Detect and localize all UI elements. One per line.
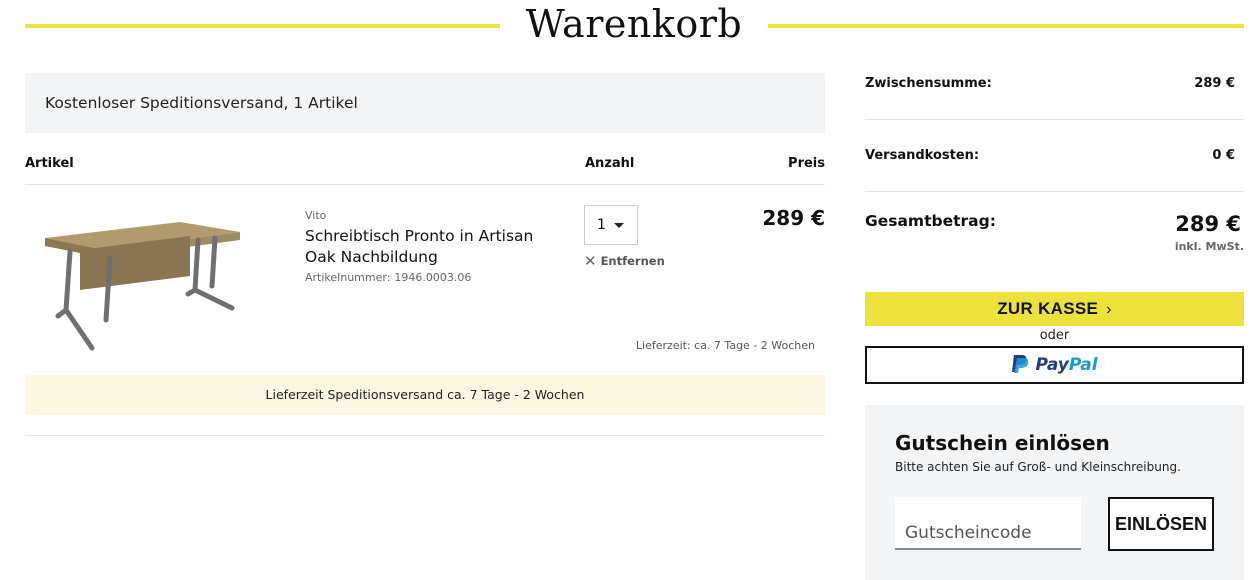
- tax-note: inkl. MwSt.: [1174, 240, 1244, 253]
- subtotal-label: Zwischensumme:: [865, 76, 992, 91]
- close-icon: ✕: [584, 252, 597, 270]
- shipping-banner: Kostenloser Speditionsversand, 1 Artikel: [25, 73, 825, 133]
- product-brand: Vito: [305, 209, 327, 222]
- product-image[interactable]: [40, 210, 250, 360]
- coupon-title: Gutschein einlösen: [895, 431, 1110, 455]
- divider: [865, 119, 1244, 120]
- divider: [25, 184, 825, 185]
- coupon-panel: Gutschein einlösen Bitte achten Sie auf …: [865, 405, 1244, 580]
- header-line-left: [25, 24, 500, 28]
- page-title: Warenkorb: [525, 2, 743, 46]
- product-name[interactable]: Schreibtisch Pronto in Artisan Oak Nachb…: [305, 226, 545, 268]
- item-price: 289 €: [762, 206, 825, 230]
- paypal-logo: PayPal: [1011, 354, 1098, 375]
- checkout-label: ZUR KASSE: [997, 299, 1099, 318]
- divider: [25, 435, 825, 436]
- shipping-cost-value: 0 €: [1212, 148, 1235, 163]
- column-header-quantity: Anzahl: [585, 156, 635, 171]
- paypal-button[interactable]: PayPal: [865, 346, 1244, 384]
- checkout-button[interactable]: ZUR KASSE ›: [865, 292, 1244, 326]
- product-sku: Artikelnummer: 1946.0003.06: [305, 271, 471, 284]
- header-line-right: [768, 24, 1244, 28]
- chevron-right-icon: ›: [1106, 301, 1112, 318]
- total-value: 289 €: [1175, 212, 1241, 236]
- remove-item-button[interactable]: ✕ Entfernen: [584, 252, 665, 270]
- shipping-cost-label: Versandkosten:: [865, 148, 980, 163]
- paypal-text-pay: Pay: [1035, 355, 1069, 375]
- subtotal-row: Zwischensumme: 289 €: [865, 76, 1245, 91]
- column-header-price: Preis: [788, 156, 825, 171]
- column-header-article: Artikel: [25, 156, 74, 171]
- sku-label: Artikelnummer:: [305, 271, 391, 284]
- item-delivery-time: Lieferzeit: ca. 7 Tage - 2 Wochen: [635, 339, 815, 352]
- coupon-code-input[interactable]: [895, 497, 1081, 550]
- subtotal-value: 289 €: [1194, 76, 1235, 91]
- shipping-cost-row: Versandkosten: 0 €: [865, 148, 1245, 163]
- redeem-coupon-button[interactable]: EINLÖSEN: [1108, 497, 1214, 551]
- sku-value: 1946.0003.06: [394, 271, 472, 284]
- delivery-banner: Lieferzeit Speditionsversand ca. 7 Tage …: [25, 375, 825, 415]
- paypal-text-pal: Pal: [1068, 355, 1098, 375]
- divider: [865, 191, 1244, 192]
- chevron-down-icon: [614, 223, 624, 228]
- paypal-icon: [1012, 355, 1029, 373]
- quantity-value: 1: [597, 217, 606, 233]
- remove-label: Entfernen: [600, 254, 665, 268]
- coupon-hint: Bitte achten Sie auf Groß- und Kleinschr…: [895, 460, 1181, 474]
- quantity-select[interactable]: 1: [584, 205, 638, 245]
- total-label: Gesamtbetrag:: [865, 212, 996, 230]
- or-separator: oder: [1039, 328, 1070, 343]
